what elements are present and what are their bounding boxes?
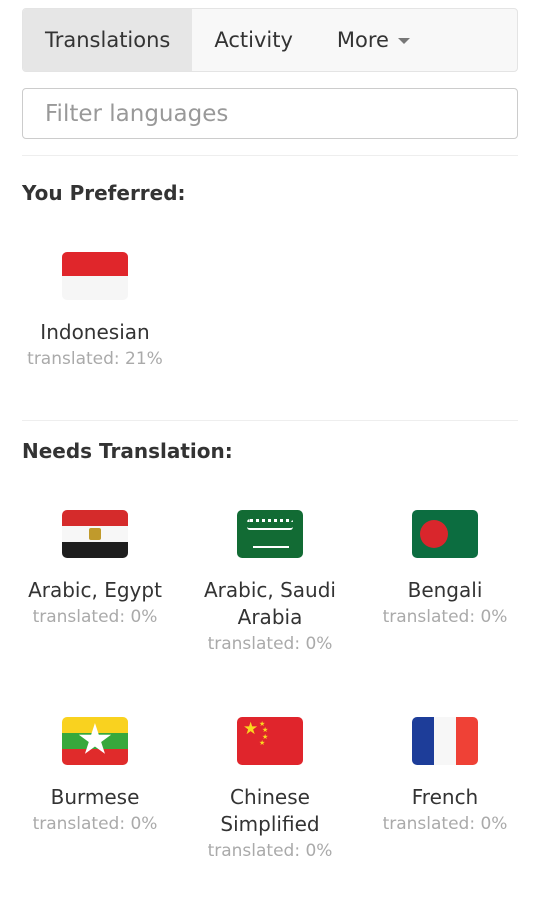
divider (22, 155, 518, 156)
language-card-indonesian[interactable]: Indonesian translated: 21% (7, 252, 183, 373)
language-name: French (411, 785, 479, 809)
language-card-burmese[interactable]: ★ Burmese translated: 0% (7, 717, 183, 838)
myanmar-flag-icon: ★ (62, 717, 128, 765)
language-name: Arabic, Egypt (28, 578, 162, 602)
language-card-arabic-saudi-arabia[interactable]: Arabic, Saudi Arabia translated: 0% (182, 510, 358, 658)
language-name: Arabic, Saudi Arabia (203, 578, 336, 629)
tab-translations[interactable]: Translations (23, 9, 193, 71)
translation-status: translated: 0% (32, 607, 158, 627)
translation-status: translated: 0% (207, 841, 333, 861)
language-card-chinese-simplified[interactable]: ★ ★ ★ ★ ★ Chinese Simplified translated:… (182, 717, 358, 865)
translation-status: translated: 0% (207, 634, 333, 654)
tab-activity-label: Activity (214, 28, 293, 52)
caret-down-icon (397, 38, 410, 44)
saudi-arabia-flag-icon (237, 510, 303, 558)
divider (22, 420, 518, 421)
bangladesh-flag-icon (412, 510, 478, 558)
translation-status: translated: 21% (27, 349, 163, 369)
indonesia-flag-icon (62, 252, 128, 300)
tab-translations-label: Translations (45, 28, 171, 52)
language-card-bengali[interactable]: Bengali translated: 0% (357, 510, 533, 631)
tab-more-label: More (336, 28, 389, 52)
translation-status: translated: 0% (382, 814, 508, 834)
translation-status: translated: 0% (382, 607, 508, 627)
language-card-arabic-egypt[interactable]: Arabic, Egypt translated: 0% (7, 510, 183, 631)
language-tabs: Translations Activity More (22, 8, 518, 72)
language-name: Chinese Simplified (220, 785, 320, 836)
language-name: Bengali (407, 578, 483, 602)
filter-languages-input[interactable] (22, 88, 518, 139)
language-name: Indonesian (40, 320, 150, 344)
language-name: Burmese (50, 785, 140, 809)
section-title-preferred: You Preferred: (22, 181, 186, 205)
china-flag-icon: ★ ★ ★ ★ ★ (237, 717, 303, 765)
section-title-needs-translation: Needs Translation: (22, 439, 233, 463)
translation-status: translated: 0% (32, 814, 158, 834)
egypt-flag-icon (62, 510, 128, 558)
tab-activity[interactable]: Activity (192, 9, 315, 71)
language-card-french[interactable]: French translated: 0% (357, 717, 533, 838)
tab-more-dropdown[interactable]: More (315, 9, 432, 71)
france-flag-icon (412, 717, 478, 765)
